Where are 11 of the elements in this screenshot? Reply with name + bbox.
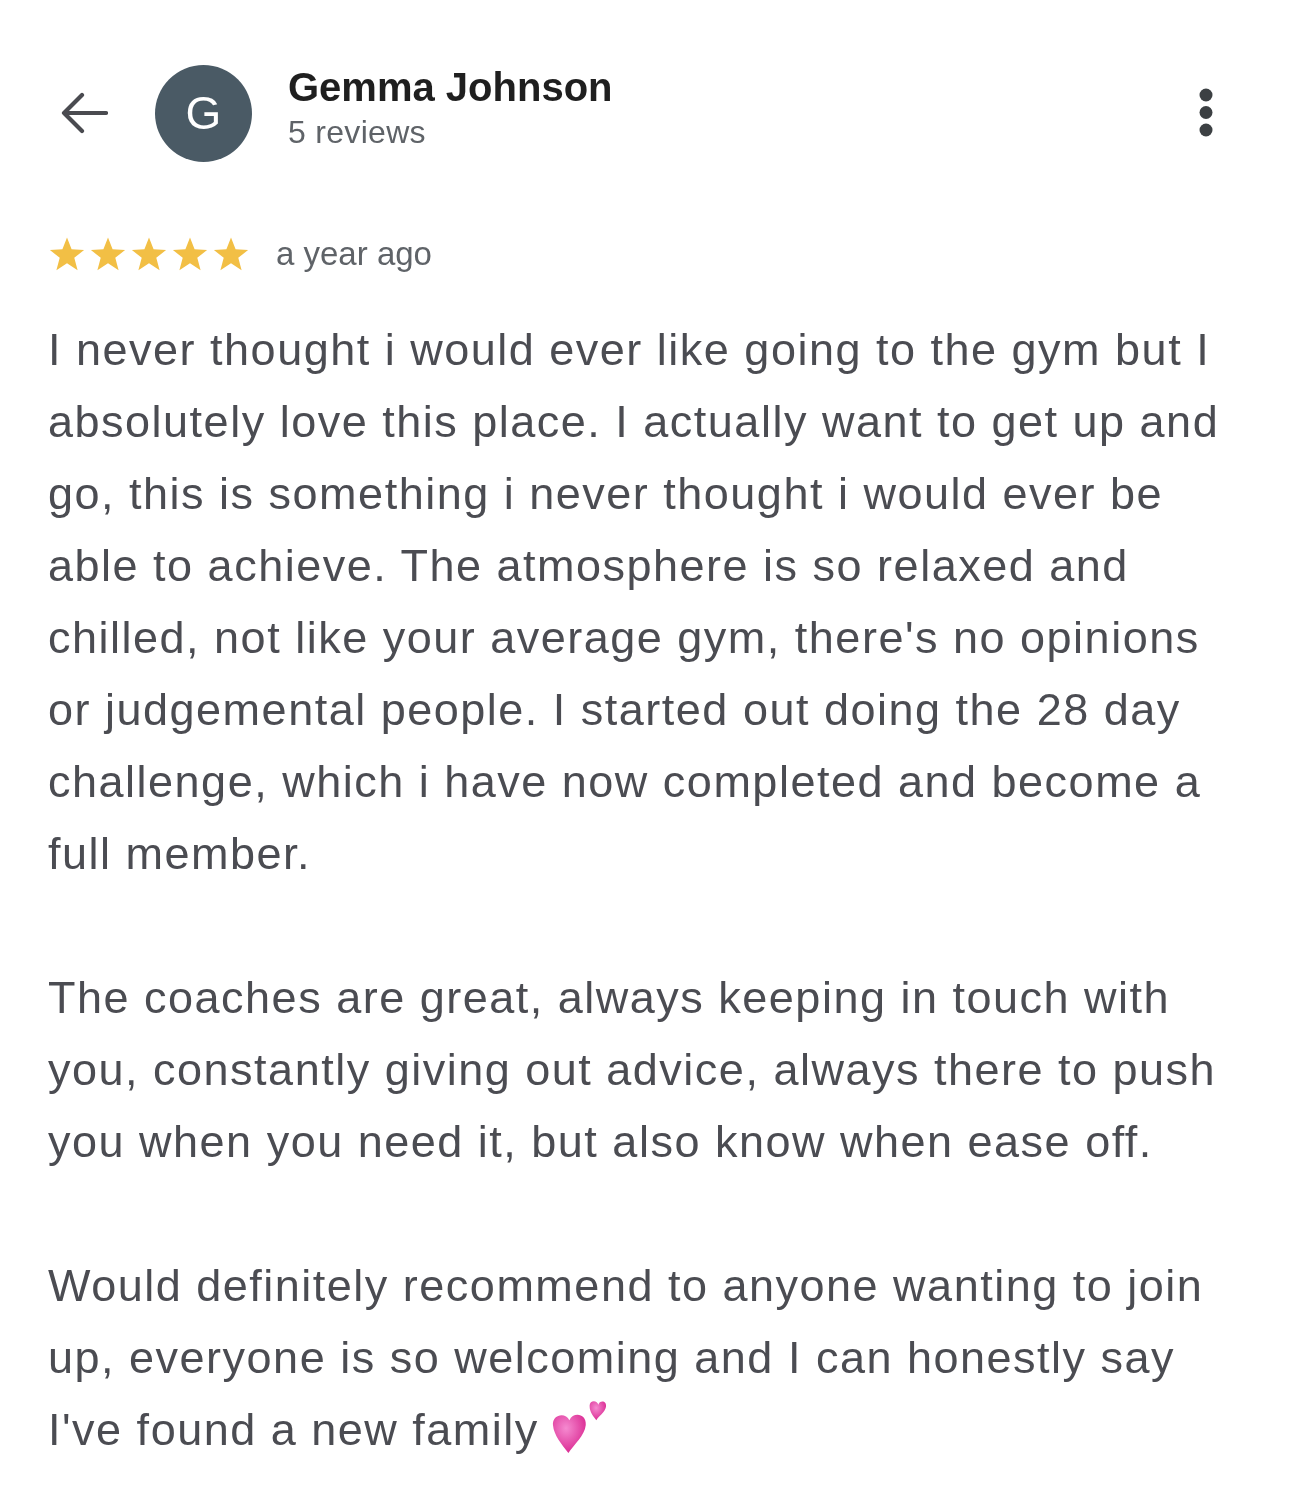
review-count: 5 reviews: [288, 113, 426, 152]
reviewer-name: Gemma Johnson: [288, 64, 613, 111]
review-paragraph: The coaches are great, always keeping in touch with you, constantly giving out advice, always there to push you when you need it, but also know when ease off.: [48, 972, 1217, 1167]
review-time: a year ago: [276, 235, 432, 273]
review-paragraph: Would definitely recommend to anyone wanting to join up, everyone is so welcoming and I can honestly say: [48, 1260, 1204, 1383]
back-arrow-icon: [60, 92, 108, 134]
avatar: G: [155, 64, 252, 162]
two-hearts-icon: [550, 1400, 607, 1454]
review-closing-line: I've found a new family: [48, 1403, 539, 1457]
review-paragraph: I never thought i would ever like going to the gym but I absolutely love this place. I actually want to get up and go, this is something i never thought i would ever be able to achieve. The atmosphere is so relaxed and chilled, not like your average gym, there's no opinions or judgemental people. I started out doing the 28 day challenge, which i have now completed and become a full member.: [48, 324, 1220, 879]
more-options-icon: [1199, 87, 1213, 137]
